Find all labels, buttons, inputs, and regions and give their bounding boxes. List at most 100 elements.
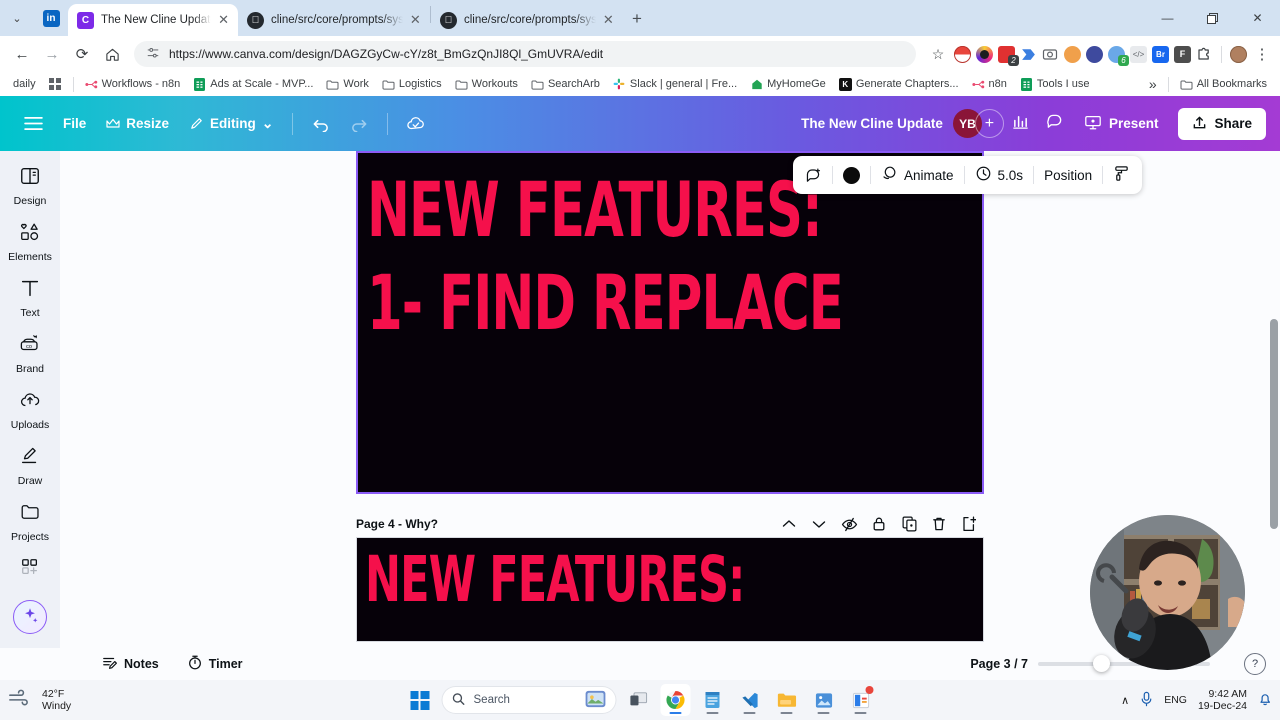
window-maximize-button[interactable] — [1190, 0, 1235, 36]
browser-tab-0[interactable]: C The New Cline Update - Presen ✕ — [68, 4, 238, 36]
bookmark-work[interactable]: Work — [321, 76, 373, 93]
puzzle-extension-icon[interactable] — [1196, 45, 1213, 63]
sidebar-item-draw[interactable]: Draw — [1, 445, 59, 487]
magic-studio-button[interactable] — [13, 600, 47, 634]
document-title[interactable]: The New Cline Update — [791, 110, 953, 137]
sidebar-item-brand[interactable]: co Brand — [1, 333, 59, 375]
loom-extension-icon[interactable]: 6 — [1108, 45, 1129, 66]
new-tab-button[interactable]: + — [623, 5, 651, 33]
slide-headline-2[interactable]: 1- FIND REPLACE — [367, 265, 844, 341]
sidebar-item-apps[interactable] — [1, 557, 59, 582]
tab-close-button[interactable]: ✕ — [218, 12, 229, 28]
move-page-down-icon[interactable] — [804, 512, 834, 536]
power-automate-extension-icon[interactable] — [1020, 45, 1037, 63]
current-slide[interactable]: NEW FEATURES: 1- FIND REPLACE — [356, 151, 984, 494]
move-page-up-icon[interactable] — [774, 512, 804, 536]
tray-expand-icon[interactable]: ∧ — [1121, 694, 1129, 707]
back-icon[interactable]: ← — [8, 40, 36, 68]
bardeen-extension-icon[interactable]: Br — [1152, 45, 1169, 63]
screenshot-extension-icon[interactable] — [1042, 45, 1059, 63]
zoom-slider-knob[interactable] — [1093, 655, 1110, 672]
expand-page-icon[interactable] — [954, 512, 984, 536]
help-button[interactable]: ? — [1244, 653, 1266, 675]
invite-members-button[interactable]: + — [974, 109, 1004, 138]
hide-page-icon[interactable] — [834, 512, 864, 536]
bookmark-workouts[interactable]: Workouts — [450, 76, 523, 93]
notes-button[interactable]: Notes — [94, 651, 167, 678]
vscode-taskbar-button[interactable] — [735, 684, 765, 716]
browser-tab-2[interactable]:  cline/src/core/prompts/system ✕ — [431, 4, 623, 36]
profile-avatar[interactable] — [1230, 45, 1247, 63]
red-notes-extension-icon[interactable]: 2 — [998, 45, 1019, 66]
sidebar-item-uploads[interactable]: Uploads — [1, 389, 59, 431]
animate-button[interactable]: Animate — [881, 165, 954, 185]
file-explorer-taskbar-button[interactable] — [772, 684, 802, 716]
code-extension-icon[interactable]: </> — [1130, 45, 1147, 63]
reload-icon[interactable]: ⟳ — [68, 40, 96, 68]
comments-button[interactable] — [1038, 108, 1072, 140]
bookmark-slack[interactable]: Slack | general | Fre... — [608, 76, 742, 93]
pokeball-extension-icon[interactable] — [954, 45, 971, 63]
insights-button[interactable] — [1004, 108, 1038, 140]
bookmark-ads-at-scale[interactable]: Ads at Scale - MVP... — [188, 76, 318, 93]
chrome-taskbar-button[interactable] — [660, 684, 691, 716]
color-swatch-button[interactable] — [843, 166, 860, 184]
sidebar-item-text[interactable]: Text — [1, 277, 59, 319]
linkedin-pinned-icon[interactable]: in — [34, 0, 68, 36]
share-button[interactable]: Share — [1178, 107, 1266, 140]
bookmark-apps-grid[interactable] — [44, 76, 67, 93]
home-icon[interactable] — [98, 40, 126, 68]
page-title[interactable]: Page 4 - Why? — [356, 517, 438, 531]
sidebar-item-elements[interactable]: Elements — [1, 221, 59, 263]
file-menu-button[interactable]: File — [53, 110, 96, 137]
taskbar-clock[interactable]: 9:42 AM 19-Dec-24 — [1198, 688, 1247, 712]
bookmark-logistics[interactable]: Logistics — [377, 76, 447, 93]
duration-button[interactable]: 5.0s — [975, 165, 1023, 185]
notification-bell-icon[interactable] — [1258, 691, 1272, 710]
undo-button[interactable] — [301, 110, 340, 138]
address-bar[interactable]: https://www.canva.com/design/DAGZGyCw-cY… — [134, 41, 916, 67]
editor-vertical-scrollbar[interactable] — [1270, 319, 1278, 529]
task-view-button[interactable] — [624, 684, 654, 716]
lock-page-icon[interactable] — [864, 512, 894, 536]
window-minimize-button[interactable]: — — [1145, 0, 1190, 36]
timer-button[interactable]: Timer — [179, 650, 251, 678]
sidebar-item-projects[interactable]: Projects — [1, 501, 59, 543]
santa-extension-icon[interactable] — [1064, 45, 1081, 63]
all-bookmarks-button[interactable]: All Bookmarks — [1175, 76, 1272, 93]
paint-roller-button[interactable] — [1113, 165, 1130, 186]
browser-menu-icon[interactable]: ⋮ — [1252, 40, 1272, 68]
forward-icon[interactable]: → — [38, 40, 66, 68]
delete-page-icon[interactable] — [924, 512, 954, 536]
resize-button[interactable]: Resize — [96, 110, 179, 137]
tab-close-button[interactable]: ✕ — [410, 12, 421, 28]
window-close-button[interactable]: ✕ — [1235, 0, 1280, 36]
sidebar-item-design[interactable]: Design — [1, 165, 59, 207]
duplicate-page-icon[interactable] — [894, 512, 924, 536]
bookmark-generate-chapters[interactable]: K Generate Chapters... — [834, 76, 964, 93]
browser-tab-1[interactable]:  cline/src/core/prompts/system ✕ — [238, 4, 430, 36]
start-button[interactable] — [405, 684, 435, 716]
f-extension-icon[interactable]: F — [1174, 45, 1191, 63]
bookmark-n8n[interactable]: n8n — [967, 76, 1012, 93]
bookmarks-overflow-button[interactable]: » — [1144, 74, 1162, 94]
notepad-taskbar-button[interactable] — [698, 684, 728, 716]
canva-menu-button[interactable] — [14, 110, 53, 137]
editing-mode-button[interactable]: Editing ⌄ — [179, 110, 283, 137]
site-settings-icon[interactable] — [146, 46, 160, 63]
next-slide-preview[interactable]: NEW FEATURES: — [356, 537, 984, 642]
tab-close-button[interactable]: ✕ — [603, 12, 614, 28]
bookmark-searcharb[interactable]: SearchArb — [526, 76, 605, 93]
microphone-icon[interactable] — [1140, 691, 1153, 710]
bookmark-star-icon[interactable]: ☆ — [924, 40, 952, 68]
tab-search-chevron-icon[interactable]: ⌄ — [0, 0, 34, 36]
redo-button[interactable] — [340, 110, 379, 138]
bookmark-tools-i-use[interactable]: Tools I use — [1015, 76, 1095, 93]
add-comment-button[interactable] — [805, 167, 822, 184]
alien-extension-icon[interactable] — [1086, 45, 1103, 63]
present-button[interactable]: Present — [1072, 107, 1171, 141]
taskbar-search-box[interactable]: Search — [441, 686, 617, 714]
cloud-save-button[interactable] — [396, 110, 436, 138]
bookmark-myhomege[interactable]: MyHomeGe — [745, 76, 831, 93]
position-button[interactable]: Position — [1044, 168, 1092, 183]
